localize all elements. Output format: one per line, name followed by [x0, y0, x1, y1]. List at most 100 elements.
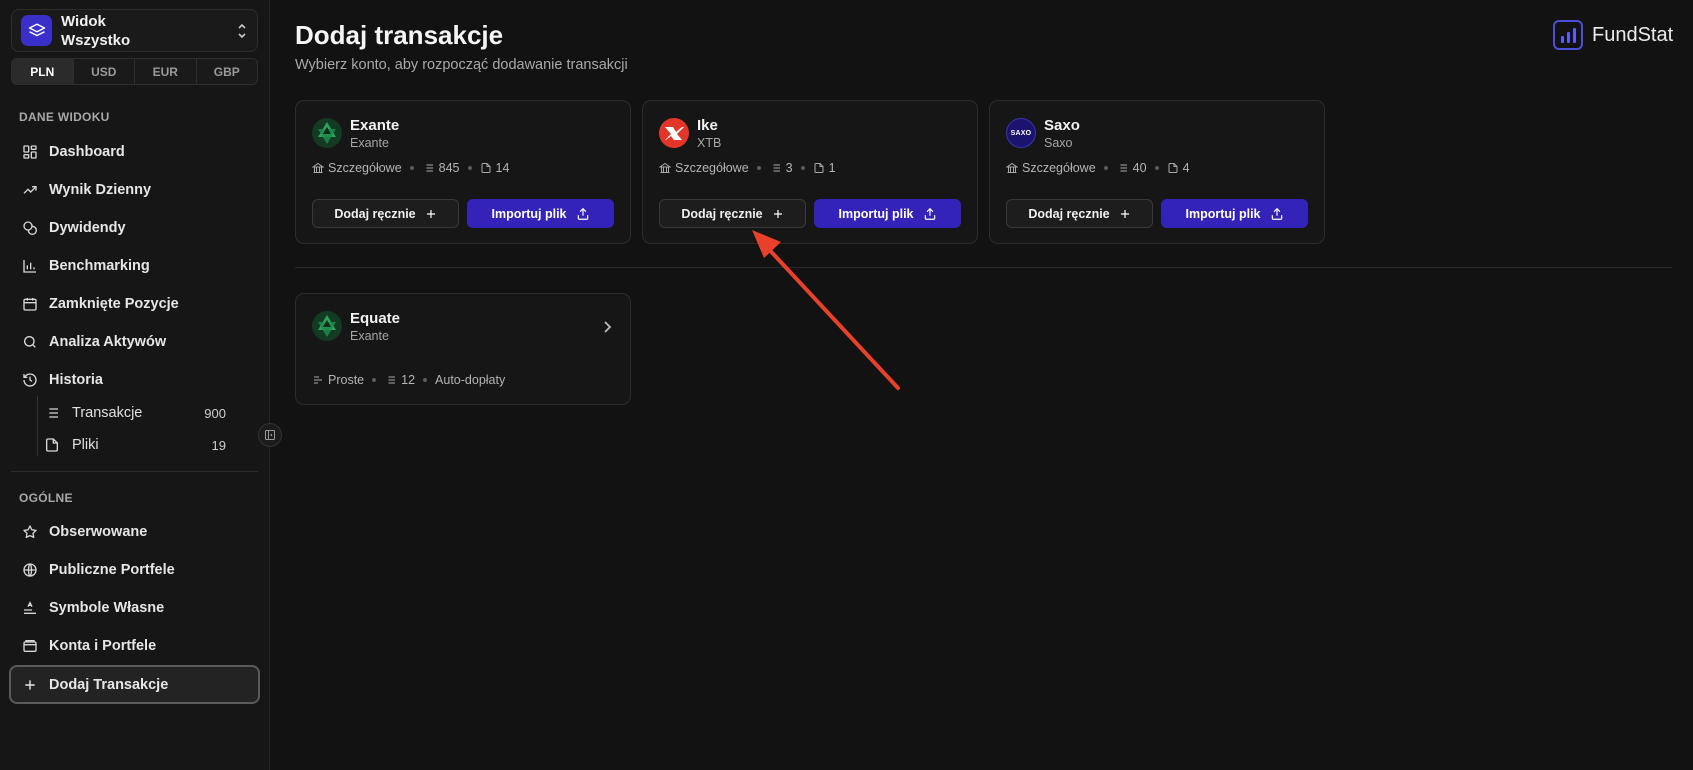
section-divider	[295, 267, 1672, 268]
sidebar-item-label: Wynik Dzienny	[49, 182, 152, 198]
sidebar-item-closed-positions[interactable]: Zamknięte Pozycje	[11, 287, 258, 321]
sidebar-item-label: Obserwowane	[49, 524, 148, 540]
account-meta: Szczegółowe 40 4	[1006, 161, 1190, 175]
account-broker: Exante	[350, 329, 389, 343]
sidebar-subitem-label: Transakcje	[72, 405, 143, 421]
history-icon	[22, 372, 38, 388]
currency-eur[interactable]: EUR	[135, 59, 197, 84]
currency-pln[interactable]: PLN	[12, 59, 74, 84]
account-card-ike: Ike XTB Szczegółowe 3 1 Dodaj ręcznie Im…	[642, 100, 978, 244]
upload-icon	[924, 207, 935, 220]
sidebar: Widok Wszystko PLN USD EUR GBP DANE WIDO…	[0, 0, 270, 770]
wallet-icon	[22, 638, 38, 654]
add-manually-button[interactable]: Dodaj ręcznie	[312, 199, 459, 228]
add-manually-button[interactable]: Dodaj ręcznie	[1006, 199, 1153, 228]
file-count: 14	[495, 161, 510, 175]
account-meta: Szczegółowe 845 14	[312, 161, 509, 175]
sidebar-item-watchlist[interactable]: Obserwowane	[11, 515, 258, 549]
section-label-view-data: DANE WIDOKU	[19, 110, 110, 124]
sidebar-item-label: Publiczne Portfele	[49, 562, 175, 578]
sidebar-item-label: Historia	[49, 372, 103, 388]
add-manually-label: Dodaj ręcznie	[1028, 206, 1110, 221]
sidebar-item-add-transactions[interactable]: Dodaj Transakcje	[9, 665, 260, 704]
transactions-count: 900	[204, 405, 226, 421]
view-value: Wszystko	[61, 31, 131, 49]
sidebar-item-dashboard[interactable]: Dashboard	[11, 135, 258, 169]
sidebar-item-label: Konta i Portfele	[49, 638, 157, 654]
section-label-general: OGÓLNE	[19, 491, 73, 505]
sidebar-item-public-portfolios[interactable]: Publiczne Portfele	[11, 553, 258, 587]
sidebar-divider	[11, 471, 258, 472]
sidebar-item-accounts-portfolios[interactable]: Konta i Portfele	[11, 629, 258, 663]
upload-icon	[577, 207, 588, 220]
account-broker: Saxo	[1044, 136, 1073, 150]
add-manually-label: Dodaj ręcznie	[681, 206, 763, 221]
plus-icon	[22, 677, 38, 693]
import-file-button[interactable]: Importuj plik	[1161, 199, 1308, 228]
account-meta: Proste 12 Auto-dopłaty	[312, 373, 505, 387]
add-manually-button[interactable]: Dodaj ręcznie	[659, 199, 806, 228]
upload-icon	[1271, 207, 1282, 220]
account-card-exante: Exante Exante Szczegółowe 845 14 Dodaj r…	[295, 100, 631, 244]
currency-usd[interactable]: USD	[74, 59, 135, 84]
import-file-button[interactable]: Importuj plik	[467, 199, 614, 228]
list-icon	[1117, 164, 1127, 172]
sidebar-item-label: Benchmarking	[49, 258, 150, 274]
dashboard-icon	[22, 144, 38, 160]
sliders-icon	[314, 376, 322, 384]
sidebar-subitem-files[interactable]: Pliki 19	[35, 430, 235, 460]
brand[interactable]: FundStat	[1553, 20, 1673, 50]
import-file-label: Importuj plik	[491, 206, 567, 221]
calendar-icon	[22, 296, 38, 312]
file-icon	[814, 163, 824, 173]
account-name: Ike	[697, 117, 718, 134]
account-mode: Szczegółowe	[1022, 161, 1096, 175]
sidebar-item-dividends[interactable]: Dywidendy	[11, 211, 258, 245]
view-switcher[interactable]: Widok Wszystko	[11, 9, 258, 52]
account-name: Equate	[350, 310, 401, 327]
trend-icon	[22, 182, 38, 198]
layers-icon	[21, 15, 52, 46]
exante-logo-icon	[312, 311, 342, 341]
account-card-equate[interactable]: Equate Exante Proste 12 Auto-dopłaty	[295, 293, 631, 405]
brand-name: FundStat	[1592, 23, 1674, 46]
xtb-logo-icon	[659, 118, 689, 148]
list-icon	[770, 164, 780, 172]
files-count: 19	[211, 437, 226, 453]
list-icon	[386, 376, 396, 384]
plus-icon	[773, 209, 782, 218]
list-icon	[44, 405, 60, 421]
file-count: 1	[828, 161, 836, 175]
auto-topup-label: Auto-dopłaty	[435, 373, 506, 387]
import-file-button[interactable]: Importuj plik	[814, 199, 961, 228]
collapse-sidebar-button[interactable]	[258, 423, 282, 447]
view-label: Widok	[61, 12, 106, 30]
sidebar-item-label: Symbole Własne	[49, 600, 165, 616]
sidebar-item-daily-result[interactable]: Wynik Dzienny	[11, 173, 258, 207]
bank-icon	[659, 162, 671, 173]
account-broker: XTB	[697, 136, 722, 150]
import-file-label: Importuj plik	[1185, 206, 1261, 221]
currency-gbp[interactable]: GBP	[197, 59, 258, 84]
fundstat-logo-icon	[1553, 20, 1583, 50]
file-icon	[44, 437, 60, 453]
bank-icon	[1006, 162, 1018, 173]
file-icon	[481, 163, 491, 173]
account-broker: Exante	[350, 136, 389, 150]
coins-icon	[22, 220, 38, 236]
sidebar-item-benchmarking[interactable]: Benchmarking	[11, 249, 258, 283]
account-mode: Proste	[328, 373, 365, 387]
plus-icon	[426, 209, 435, 218]
sidebar-item-history[interactable]: Historia	[11, 363, 258, 397]
page-subtitle: Wybierz konto, aby rozpocząć dodawanie t…	[295, 57, 628, 73]
chevron-updown-icon	[237, 22, 247, 40]
account-card-saxo: SAXO Saxo Saxo Szczegółowe 40 4 Dodaj rę…	[989, 100, 1325, 244]
search-icon	[22, 334, 38, 350]
sidebar-item-custom-symbols[interactable]: Symbole Własne	[11, 591, 258, 625]
add-manually-label: Dodaj ręcznie	[334, 206, 416, 221]
transaction-count: 3	[785, 161, 793, 175]
sidebar-subitem-transactions[interactable]: Transakcje 900	[35, 398, 235, 428]
sidebar-subitem-label: Pliki	[72, 437, 99, 453]
sidebar-item-asset-analysis[interactable]: Analiza Aktywów	[11, 325, 258, 359]
plus-icon	[1120, 209, 1129, 218]
